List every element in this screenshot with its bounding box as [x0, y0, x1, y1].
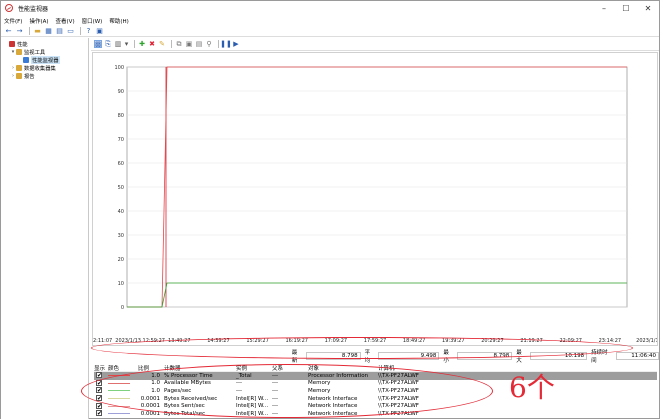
y-tick-label: 50: [118, 185, 124, 191]
tree-node-icon: [9, 41, 15, 47]
y-tick-label: 20: [118, 257, 124, 263]
graph-type-dropdown-icon[interactable]: ▾: [124, 40, 129, 48]
tree-item-label: 数据收集器集: [24, 66, 56, 72]
tree-item[interactable]: 性能: [1, 40, 88, 48]
show-hide-icon[interactable]: ▣: [95, 27, 104, 35]
title-bar: 性能监视器 – ☐ ✕: [1, 1, 659, 15]
color-cell: [108, 413, 138, 415]
show-cell: ✔: [94, 410, 108, 417]
tree-node-icon: [23, 57, 29, 63]
paste-counter-list-icon[interactable]: ▣: [185, 40, 193, 48]
console-tree-icon[interactable]: ▦: [44, 27, 53, 35]
toolbar-separator: [171, 40, 172, 48]
properties-icon[interactable]: ▤: [195, 40, 203, 48]
minimize-button[interactable]: –: [593, 1, 615, 15]
y-tick-label: 10: [118, 281, 124, 287]
y-tick-label: 90: [118, 89, 124, 95]
tree-item[interactable]: › 数据收集器集: [1, 64, 88, 72]
menu-bar: 文件(F) 操作(A) 查看(V) 窗口(W) 帮助(H): [1, 15, 659, 26]
toolbar-separator: [134, 40, 135, 48]
hand-drawn-circle-counters: [81, 364, 493, 418]
toolbar-separator: [29, 27, 30, 35]
stat-duration-value: 11:06:40: [615, 351, 659, 360]
view-log-data-icon[interactable]: ⎘: [104, 40, 112, 48]
tree-item-label: 性能监视器: [31, 56, 60, 64]
update-data-icon[interactable]: ▶: [232, 40, 240, 48]
console-tree: 性能 ▾ 监视工具 性能监视器 › 数据收集器集 › 报告: [1, 38, 89, 419]
tree-item-label: 性能: [17, 42, 28, 48]
menu-help[interactable]: 帮助(H): [109, 17, 128, 25]
y-tick-label: 30: [118, 233, 124, 239]
tree-node-icon: [16, 65, 22, 71]
col-color[interactable]: 颜色: [108, 364, 138, 372]
tree-item[interactable]: 性能监视器: [1, 56, 88, 64]
main-toolbar: ← → ▬ ▦ ▤ ▭ ? ▣: [1, 26, 659, 37]
tree-item[interactable]: ▾ 监视工具: [1, 48, 88, 56]
menu-file[interactable]: 文件(F): [4, 17, 22, 25]
back-arrow-icon[interactable]: ←: [4, 27, 13, 35]
maximize-button[interactable]: ☐: [615, 1, 637, 15]
menu-window[interactable]: 窗口(W): [82, 17, 103, 25]
change-graph-type-icon[interactable]: ▥: [114, 40, 122, 48]
toolbar-separator: [80, 27, 81, 35]
export-icon[interactable]: ▭: [66, 27, 75, 35]
tree-item-label: 监视工具: [24, 50, 46, 56]
forward-arrow-icon[interactable]: →: [15, 27, 24, 35]
tree-item[interactable]: › 报告: [1, 72, 88, 80]
folder-icon[interactable]: ▬: [33, 27, 42, 35]
tree-node-icon: [16, 49, 22, 55]
close-button[interactable]: ✕: [637, 1, 659, 15]
properties-icon[interactable]: ▤: [55, 27, 64, 35]
freeze-display-icon[interactable]: ❚❚: [220, 40, 232, 48]
y-tick-label: 80: [118, 113, 124, 119]
perfmon-app-icon: [5, 4, 13, 12]
copy-properties-icon[interactable]: ⧉: [175, 40, 183, 48]
menu-view[interactable]: 查看(V): [56, 17, 75, 25]
col-show[interactable]: 显示: [94, 364, 108, 372]
menu-action[interactable]: 操作(A): [29, 17, 48, 25]
show-checkbox[interactable]: ✔: [96, 410, 102, 417]
tree-node-icon: [16, 73, 22, 79]
delete-counter-icon[interactable]: ✖: [148, 40, 156, 48]
help-icon[interactable]: ?: [84, 27, 93, 35]
graph-toolbar: ▩ ⎘ ▥ ▾ ✚ ✖ ✎ ⧉ ▣ ▤ ⚲ ❚❚ ▶: [91, 38, 659, 51]
toolbar-separator: [218, 40, 219, 48]
chart-svg: 010203040506070809010012:11:072023/1/13 …: [93, 65, 657, 344]
x-tick-label: 2023/1/13: [636, 338, 657, 344]
y-tick-label: 100: [114, 65, 124, 71]
add-counter-icon[interactable]: ✚: [138, 40, 146, 48]
y-tick-label: 70: [118, 137, 124, 143]
y-tick-label: 40: [118, 209, 124, 215]
window: 性能监视器 – ☐ ✕ 文件(F) 操作(A) 查看(V) 窗口(W) 帮助(H…: [0, 0, 660, 419]
monitor-pane: ▩ ⎘ ▥ ▾ ✚ ✖ ✎ ⧉ ▣ ▤ ⚲ ❚❚ ▶ 0 10 20 30 40 50 60…: [81, 38, 659, 419]
show-checkbox[interactable]: ✔: [96, 372, 102, 379]
tree-item-label: 报告: [24, 74, 35, 80]
y-tick-label: 60: [118, 161, 124, 167]
y-tick-label: 0: [121, 305, 124, 311]
window-title: 性能监视器: [18, 5, 49, 13]
performance-chart[interactable]: 010203040506070809010012:11:072023/1/13 …: [92, 52, 658, 346]
color-swatch: [108, 413, 130, 415]
view-current-activity-icon[interactable]: ▩: [94, 40, 102, 48]
show-checkbox[interactable]: ✔: [96, 402, 102, 409]
handwritten-annotation: 6个: [509, 371, 555, 404]
highlight-icon[interactable]: ✎: [158, 40, 166, 48]
hand-drawn-circle-timeline: [91, 337, 633, 359]
zoom-icon[interactable]: ⚲: [205, 40, 213, 48]
